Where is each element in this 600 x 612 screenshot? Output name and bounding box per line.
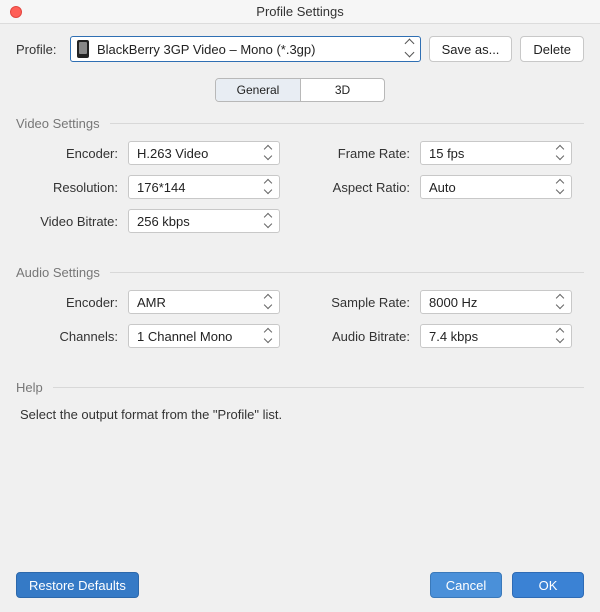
audio-bitrate-label: Audio Bitrate: — [310, 329, 420, 344]
divider — [110, 123, 584, 124]
help-group: Help Select the output format from the "… — [16, 380, 584, 422]
chevron-updown-icon — [263, 180, 273, 194]
video-bitrate-select[interactable]: 256 kbps — [128, 209, 280, 233]
tab-general[interactable]: General — [216, 79, 300, 101]
divider — [53, 387, 584, 388]
aspect-ratio-value: Auto — [429, 180, 456, 195]
chevron-updown-icon — [555, 329, 565, 343]
close-icon[interactable] — [10, 6, 22, 18]
titlebar: Profile Settings — [0, 0, 600, 24]
audio-encoder-select[interactable]: AMR — [128, 290, 280, 314]
window-title: Profile Settings — [256, 4, 343, 19]
help-heading: Help — [16, 380, 43, 395]
footer: Restore Defaults Cancel OK — [16, 572, 584, 598]
frame-rate-select[interactable]: 15 fps — [420, 141, 572, 165]
video-bitrate-value: 256 kbps — [137, 214, 190, 229]
profile-row: Profile: BlackBerry 3GP Video – Mono (*.… — [16, 36, 584, 62]
audio-bitrate-value: 7.4 kbps — [429, 329, 478, 344]
chevron-updown-icon — [263, 146, 273, 160]
audio-encoder-label: Encoder: — [18, 295, 128, 310]
audio-settings-heading: Audio Settings — [16, 265, 100, 280]
delete-button[interactable]: Delete — [520, 36, 584, 62]
profile-label: Profile: — [16, 42, 62, 57]
resolution-label: Resolution: — [18, 180, 128, 195]
video-settings-group: Video Settings Encoder: H.263 Video Fram… — [16, 116, 584, 233]
channels-value: 1 Channel Mono — [137, 329, 232, 344]
audio-settings-group: Audio Settings Encoder: AMR Sample Rate:… — [16, 265, 584, 348]
tabs: General 3D — [16, 78, 584, 102]
video-settings-heading: Video Settings — [16, 116, 100, 131]
chevron-updown-icon — [555, 146, 565, 160]
video-encoder-label: Encoder: — [18, 146, 128, 161]
chevron-updown-icon — [404, 40, 414, 58]
aspect-ratio-select[interactable]: Auto — [420, 175, 572, 199]
profile-value: BlackBerry 3GP Video – Mono (*.3gp) — [97, 42, 315, 57]
video-encoder-value: H.263 Video — [137, 146, 208, 161]
audio-bitrate-select[interactable]: 7.4 kbps — [420, 324, 572, 348]
chevron-updown-icon — [555, 180, 565, 194]
resolution-select[interactable]: 176*144 — [128, 175, 280, 199]
audio-encoder-value: AMR — [137, 295, 166, 310]
channels-label: Channels: — [18, 329, 128, 344]
sample-rate-value: 8000 Hz — [429, 295, 477, 310]
divider — [110, 272, 584, 273]
sample-rate-label: Sample Rate: — [310, 295, 420, 310]
tab-3d[interactable]: 3D — [300, 79, 384, 101]
video-encoder-select[interactable]: H.263 Video — [128, 141, 280, 165]
frame-rate-value: 15 fps — [429, 146, 464, 161]
ok-button[interactable]: OK — [512, 572, 584, 598]
profile-select[interactable]: BlackBerry 3GP Video – Mono (*.3gp) — [70, 36, 421, 62]
sample-rate-select[interactable]: 8000 Hz — [420, 290, 572, 314]
help-text: Select the output format from the "Profi… — [16, 405, 584, 422]
cancel-button[interactable]: Cancel — [430, 572, 502, 598]
chevron-updown-icon — [555, 295, 565, 309]
channels-select[interactable]: 1 Channel Mono — [128, 324, 280, 348]
aspect-ratio-label: Aspect Ratio: — [310, 180, 420, 195]
chevron-updown-icon — [263, 214, 273, 228]
chevron-updown-icon — [263, 329, 273, 343]
save-as-button[interactable]: Save as... — [429, 36, 513, 62]
chevron-updown-icon — [263, 295, 273, 309]
resolution-value: 176*144 — [137, 180, 185, 195]
device-icon — [77, 40, 89, 58]
video-bitrate-label: Video Bitrate: — [18, 214, 128, 229]
frame-rate-label: Frame Rate: — [310, 146, 420, 161]
restore-defaults-button[interactable]: Restore Defaults — [16, 572, 139, 598]
